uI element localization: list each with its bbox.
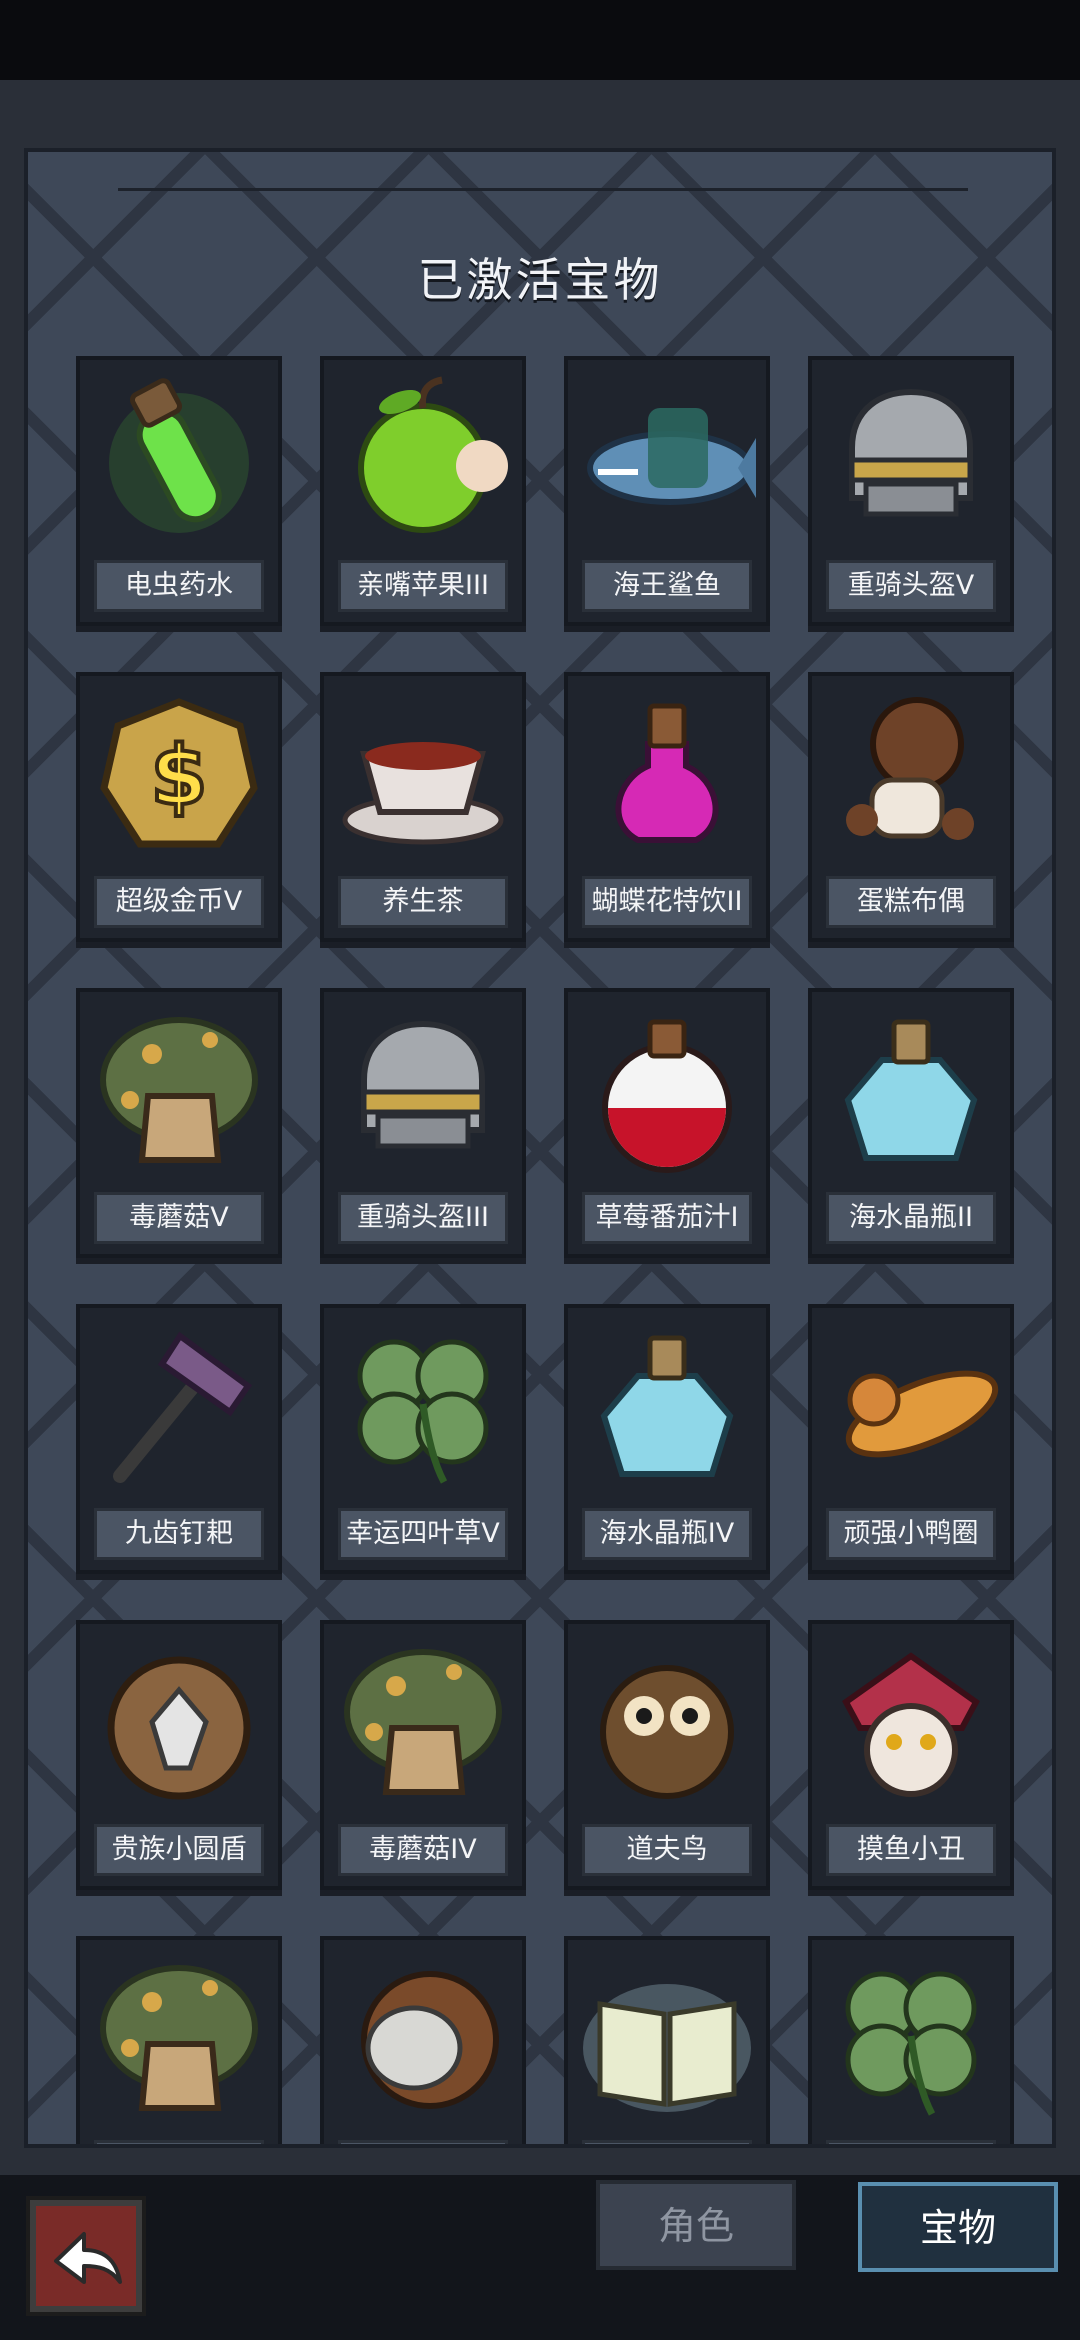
treasure-card[interactable]: 毒蘑菇V xyxy=(76,988,282,1258)
tea-cup-icon xyxy=(342,742,504,845)
treasure-name: 贵族小圆盾 xyxy=(94,1824,264,1876)
treasure-card[interactable]: 电虫药水 xyxy=(76,356,282,626)
treasure-name: 重骑头盔III xyxy=(338,1192,508,1244)
treasure-card[interactable]: 顽强小鸭圈 xyxy=(808,1304,1014,1574)
treasure-card[interactable]: 重骑头盔V xyxy=(808,356,1014,626)
back-button[interactable] xyxy=(30,2200,142,2312)
treasure-name: 亲嘴苹果III xyxy=(338,560,508,612)
owl-icon xyxy=(600,1665,734,1799)
treasure-name: 超级金币V xyxy=(94,876,264,928)
treasure-name: 草莓番茄汁I xyxy=(582,1192,752,1244)
treasure-panel: 已激活宝物 电虫药水 亲嘴苹果III 海王鲨鱼 重骑头盔V $ 超级金币V 养生茶 蝴蝶花特饮… xyxy=(24,148,1056,2148)
tab-role[interactable]: 角色 xyxy=(596,2180,796,2270)
treasure-name: 九齿钉耙 xyxy=(94,1508,264,1560)
voodoo-doll-icon xyxy=(846,697,974,840)
knight-helmet-icon xyxy=(361,1020,485,1149)
treasure-name: 幸运四叶草V xyxy=(338,1508,508,1560)
mushroom-icon xyxy=(344,1649,502,1795)
treasure-name: 海水晶瓶II xyxy=(826,1192,996,1244)
treasure-name: 海王鲨鱼 xyxy=(582,560,752,612)
treasure-card[interactable]: 毒蘑菇IV xyxy=(320,1620,526,1890)
treasure-name xyxy=(582,2140,752,2144)
treasure-card[interactable]: 养生茶 xyxy=(320,672,526,942)
treasure-name xyxy=(338,2140,508,2144)
treasure-name: 电虫药水 xyxy=(94,560,264,612)
rake-icon xyxy=(113,1331,253,1483)
treasure-name: 海水晶瓶IV xyxy=(582,1508,752,1560)
crystal-bottle-icon xyxy=(844,1019,978,1161)
treasure-card[interactable]: 海水晶瓶IV xyxy=(564,1304,770,1574)
clover-icon xyxy=(845,1971,977,2116)
svg-text:$: $ xyxy=(150,729,207,824)
treasure-card[interactable]: 海王鲨鱼 xyxy=(564,356,770,626)
treasure-card[interactable] xyxy=(320,1936,526,2144)
status-bar xyxy=(0,0,1080,80)
treasure-name: 毒蘑菇IV xyxy=(338,1824,508,1876)
treasure-name: 毒蘑菇V xyxy=(94,1192,264,1244)
tab-treasure[interactable]: 宝物 xyxy=(858,2182,1058,2272)
treasure-card[interactable]: 亲嘴苹果III xyxy=(320,356,526,626)
treasure-card[interactable] xyxy=(564,1936,770,2144)
mushroom-icon xyxy=(100,1965,258,2111)
treasure-card[interactable]: 幸运四叶草V xyxy=(320,1304,526,1574)
masked-face-icon xyxy=(361,1971,499,2109)
clover-icon xyxy=(357,1339,489,1484)
book-icon xyxy=(583,1984,751,2112)
treasure-card[interactable]: 贵族小圆盾 xyxy=(76,1620,282,1890)
page-title: 已激活宝物 xyxy=(417,253,663,307)
shark-icon xyxy=(587,408,756,505)
treasure-name: 顽强小鸭圈 xyxy=(826,1508,996,1560)
treasure-name: 养生茶 xyxy=(338,876,508,928)
treasure-name: 摸鱼小丑 xyxy=(826,1824,996,1876)
treasure-name xyxy=(826,2140,996,2144)
gold-coin-icon: $ xyxy=(100,698,258,848)
swim-ring-icon xyxy=(845,1370,999,1458)
treasure-card[interactable]: 草莓番茄汁I xyxy=(564,988,770,1258)
treasure-name: 重骑头盔V xyxy=(826,560,996,612)
red-potion-icon xyxy=(602,1019,732,1173)
treasure-card[interactable]: 摸鱼小丑 xyxy=(808,1620,1014,1890)
bitten-apple-icon xyxy=(358,376,508,533)
treasure-card[interactable] xyxy=(76,1936,282,2144)
treasure-name: 道夫鸟 xyxy=(582,1824,752,1876)
treasure-card[interactable]: 海水晶瓶II xyxy=(808,988,1014,1258)
panel-divider xyxy=(118,188,968,191)
green-potion-icon xyxy=(109,378,249,533)
jester-icon xyxy=(842,1652,980,1797)
treasure-name xyxy=(94,2140,264,2144)
mushroom-icon xyxy=(100,1017,258,1163)
treasure-name: 蛋糕布偶 xyxy=(826,876,996,928)
back-arrow-icon xyxy=(54,2232,122,2284)
crystal-bottle-icon xyxy=(600,1335,734,1477)
treasure-card[interactable]: 道夫鸟 xyxy=(564,1620,770,1890)
treasure-card[interactable]: 蛋糕布偶 xyxy=(808,672,1014,942)
treasure-card[interactable]: 蝴蝶花特饮II xyxy=(564,672,770,942)
treasure-card[interactable]: 重骑头盔III xyxy=(320,988,526,1258)
treasure-card[interactable] xyxy=(808,1936,1014,2144)
treasure-card[interactable]: $ 超级金币V xyxy=(76,672,282,942)
pink-potion-icon xyxy=(615,703,719,843)
treasure-card[interactable]: 九齿钉耙 xyxy=(76,1304,282,1574)
knight-helmet-icon xyxy=(849,388,973,517)
treasure-name: 蝴蝶花特饮II xyxy=(582,876,752,928)
round-shield-icon xyxy=(107,1656,251,1800)
